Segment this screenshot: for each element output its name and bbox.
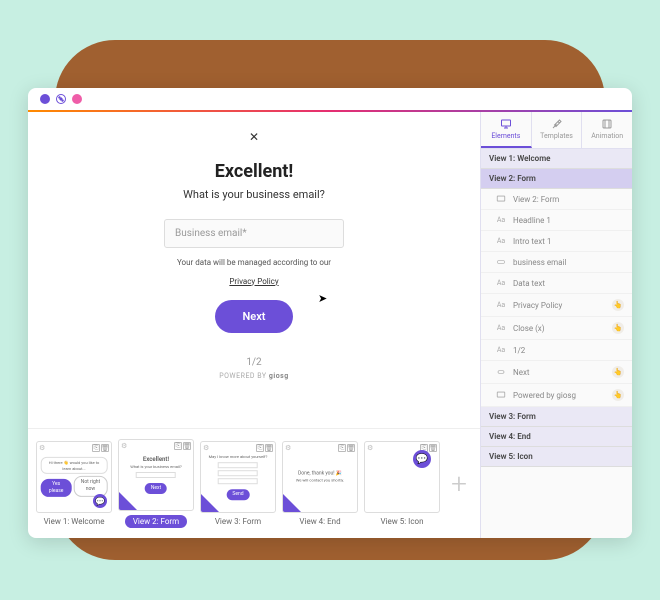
canvas[interactable]: ✕ ➤ Excellent! What is your business ema… bbox=[28, 112, 480, 428]
view-icon bbox=[495, 194, 507, 204]
layers-panel: View 1: WelcomeView 2: FormView 2: FormA… bbox=[481, 149, 632, 467]
layer-item[interactable]: business email bbox=[481, 252, 632, 273]
thumb-view-1[interactable]: ⚙ ⎘🗑 Hi there 👋 would you like to learn … bbox=[36, 441, 112, 526]
layer-label: business email bbox=[513, 258, 624, 267]
close-icon[interactable]: ✕ bbox=[249, 130, 259, 144]
layer-label: Data text bbox=[513, 279, 624, 288]
layer-label: Close (x) bbox=[513, 324, 606, 333]
text-icon: Aa bbox=[495, 278, 507, 288]
input-icon bbox=[495, 257, 507, 267]
copy-icon: ⎘ bbox=[338, 444, 346, 452]
pointer-icon[interactable]: 👆 bbox=[612, 322, 624, 334]
layer-group[interactable]: View 4: End bbox=[481, 427, 632, 447]
layer-item[interactable]: Aa 1/2 bbox=[481, 340, 632, 361]
film-icon bbox=[600, 118, 614, 130]
layer-item[interactable]: View 2: Form bbox=[481, 189, 632, 210]
headline-text[interactable]: Excellent! bbox=[124, 161, 384, 182]
chat-icon: 💬 bbox=[413, 450, 431, 468]
thumb-label: View 3: Form bbox=[215, 517, 261, 526]
tools-icon bbox=[550, 118, 564, 130]
trash-icon: 🗑 bbox=[183, 442, 191, 450]
trash-icon: 🗑 bbox=[429, 444, 437, 452]
data-text[interactable]: Your data will be managed according to o… bbox=[124, 258, 384, 267]
layer-group[interactable]: View 1: Welcome bbox=[481, 149, 632, 169]
gear-icon: ⚙ bbox=[121, 442, 129, 450]
thumb-label: View 4: End bbox=[299, 517, 340, 526]
pointer-icon[interactable]: 👆 bbox=[612, 366, 624, 378]
layer-label: Privacy Policy bbox=[513, 301, 606, 310]
copy-icon: ⎘ bbox=[92, 444, 100, 452]
trash-icon: 🗑 bbox=[265, 444, 273, 452]
layer-item[interactable]: Aa Privacy Policy 👆 bbox=[481, 294, 632, 317]
pointer-icon[interactable]: 👆 bbox=[612, 299, 624, 311]
email-field[interactable]: Business email* bbox=[164, 219, 344, 248]
views-thumbnails: ⚙ ⎘🗑 Hi there 👋 would you like to learn … bbox=[28, 428, 480, 538]
text-icon: Aa bbox=[495, 345, 507, 355]
thumb-view-2[interactable]: ⚙ ⎘🗑 Excellent! What is your business em… bbox=[118, 439, 194, 528]
layer-label: Powered by giosg bbox=[513, 391, 606, 400]
copy-icon: ⎘ bbox=[174, 442, 182, 450]
layer-label: Next bbox=[513, 368, 606, 377]
layer-label: Headline 1 bbox=[513, 216, 624, 225]
thumb-view-4[interactable]: ⚙ ⎘🗑 Done, thank you! 🎉 We will contact … bbox=[282, 441, 358, 526]
layer-item[interactable]: Aa Close (x) 👆 bbox=[481, 317, 632, 340]
gear-icon: ⚙ bbox=[285, 444, 293, 452]
copy-icon: ⎘ bbox=[256, 444, 264, 452]
intro-text[interactable]: What is your business email? bbox=[124, 188, 384, 201]
add-view-button[interactable]: + bbox=[446, 448, 472, 520]
canvas-area: ✕ ➤ Excellent! What is your business ema… bbox=[28, 112, 480, 538]
layer-group[interactable]: View 2: Form bbox=[481, 169, 632, 189]
sidebar-tabs: Elements Templates Animation bbox=[481, 112, 632, 149]
layer-group[interactable]: View 5: Icon bbox=[481, 447, 632, 467]
window-dot-1 bbox=[40, 94, 50, 104]
thumb-view-5[interactable]: ⚙ ⎘🗑 💬 View 5: Icon bbox=[364, 441, 440, 526]
pointer-icon[interactable]: 👆 bbox=[612, 389, 624, 401]
app-window: ✕ ➤ Excellent! What is your business ema… bbox=[28, 88, 632, 538]
view-icon bbox=[495, 390, 507, 400]
form-preview: Excellent! What is your business email? … bbox=[124, 161, 384, 380]
trash-icon: 🗑 bbox=[101, 444, 109, 452]
gear-icon: ⚙ bbox=[203, 444, 211, 452]
monitor-icon bbox=[499, 118, 513, 130]
text-icon: Aa bbox=[495, 236, 507, 246]
layer-item[interactable]: Next 👆 bbox=[481, 361, 632, 384]
tab-elements[interactable]: Elements bbox=[481, 112, 532, 148]
privacy-link[interactable]: Privacy Policy bbox=[229, 277, 278, 286]
thumb-label: View 1: Welcome bbox=[44, 517, 105, 526]
tab-animation[interactable]: Animation bbox=[582, 112, 632, 148]
text-icon: Aa bbox=[495, 300, 507, 310]
gear-icon: ⚙ bbox=[39, 444, 47, 452]
next-button[interactable]: Next bbox=[215, 300, 294, 333]
layer-item[interactable]: Aa Data text bbox=[481, 273, 632, 294]
chat-icon: 💬 bbox=[93, 494, 107, 508]
layer-group[interactable]: View 3: Form bbox=[481, 407, 632, 427]
powered-by[interactable]: POWERED BY giosg bbox=[124, 372, 384, 380]
layer-item[interactable]: Powered by giosg 👆 bbox=[481, 384, 632, 407]
window-dot-3 bbox=[72, 94, 82, 104]
window-dot-2 bbox=[56, 94, 66, 104]
text-icon: Aa bbox=[495, 215, 507, 225]
thumb-label: View 2: Form bbox=[125, 515, 187, 528]
tab-templates[interactable]: Templates bbox=[532, 112, 583, 148]
layer-item[interactable]: Aa Intro text 1 bbox=[481, 231, 632, 252]
trash-icon: 🗑 bbox=[347, 444, 355, 452]
sidebar: Elements Templates Animation View 1: Wel… bbox=[480, 112, 632, 538]
text-icon: Aa bbox=[495, 323, 507, 333]
pager-text[interactable]: 1/2 bbox=[124, 357, 384, 368]
layer-label: 1/2 bbox=[513, 346, 624, 355]
thumb-view-3[interactable]: ⚙ ⎘🗑 May I know more about yourself? Sen… bbox=[200, 441, 276, 526]
thumb-label: View 5: Icon bbox=[380, 517, 423, 526]
gear-icon: ⚙ bbox=[367, 444, 375, 452]
button-icon bbox=[495, 367, 507, 377]
layer-label: View 2: Form bbox=[513, 195, 624, 204]
layer-label: Intro text 1 bbox=[513, 237, 624, 246]
window-titlebar bbox=[28, 88, 632, 110]
layer-item[interactable]: Aa Headline 1 bbox=[481, 210, 632, 231]
